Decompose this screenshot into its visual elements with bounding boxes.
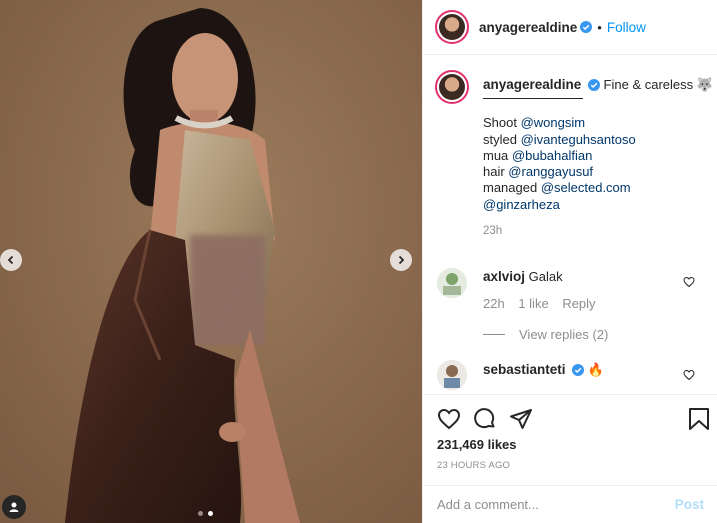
chevron-left-icon bbox=[7, 255, 14, 265]
caption-body: anyagerealdine Fine & careless 🐺 Shoot @… bbox=[483, 77, 713, 239]
share-icon[interactable] bbox=[509, 407, 533, 431]
post-photo[interactable] bbox=[0, 0, 422, 523]
caption-divider bbox=[483, 98, 583, 100]
reply-button[interactable]: Reply bbox=[562, 296, 595, 311]
mention-link[interactable]: @ivanteguhsantoso bbox=[521, 132, 636, 147]
commenter-avatar[interactable] bbox=[437, 268, 467, 298]
caption-credit: Shoot @wongsim bbox=[483, 115, 586, 131]
carousel-dot-active bbox=[208, 511, 213, 516]
mention-link[interactable]: @bubahalfian bbox=[512, 148, 592, 163]
verified-icon bbox=[572, 364, 585, 376]
mention-link[interactable]: @ranggayusuf bbox=[508, 164, 593, 179]
next-slide-button[interactable] bbox=[390, 249, 412, 271]
mention-link[interactable]: @wongsim bbox=[521, 115, 586, 130]
mention-link[interactable]: @ginzarheza bbox=[483, 197, 560, 212]
avatar-image bbox=[437, 268, 467, 298]
comment-like-count[interactable]: 1 like bbox=[518, 296, 548, 311]
heart-icon[interactable] bbox=[437, 407, 461, 431]
previous-slide-button[interactable] bbox=[0, 249, 22, 271]
view-replies-button[interactable]: View replies (2) bbox=[483, 327, 608, 342]
header-separator: • bbox=[597, 19, 602, 35]
tagged-users-button[interactable] bbox=[2, 495, 26, 519]
like-count[interactable]: 231,469 likes bbox=[437, 437, 517, 452]
author-avatar[interactable] bbox=[435, 10, 469, 44]
comments-list[interactable]: anyagerealdine Fine & careless 🐺 Shoot @… bbox=[423, 56, 717, 394]
user-tag-icon bbox=[9, 502, 19, 512]
heart-icon[interactable] bbox=[683, 276, 695, 288]
caption-credit: mua @bubahalfian bbox=[483, 147, 593, 163]
comment-text: Galak bbox=[528, 269, 563, 284]
follow-button[interactable]: Follow bbox=[607, 20, 646, 35]
chevron-right-icon bbox=[398, 255, 405, 265]
caption-title: Fine & careless 🐺 bbox=[603, 77, 713, 92]
post-timestamp[interactable]: 23 HOURS AGO bbox=[437, 460, 510, 471]
caption-time: 23h bbox=[483, 225, 503, 238]
carousel-dot bbox=[198, 511, 203, 516]
caption-username[interactable]: anyagerealdine bbox=[483, 77, 581, 92]
comment-composer: Post bbox=[423, 485, 717, 523]
comment-text: 🔥 bbox=[587, 362, 604, 377]
caption-credit: managed @selected.com bbox=[483, 180, 631, 196]
carousel-indicator bbox=[198, 511, 213, 516]
heart-icon[interactable] bbox=[683, 369, 695, 381]
comment-username[interactable]: axlvioj bbox=[483, 269, 525, 284]
comment-icon[interactable] bbox=[473, 407, 497, 431]
avatar-image bbox=[437, 360, 467, 390]
view-replies-label: View replies (2) bbox=[519, 327, 609, 342]
caption-credit: hair @ranggayusuf bbox=[483, 164, 594, 180]
photo-image bbox=[0, 0, 422, 523]
author-username[interactable]: anyagerealdine bbox=[479, 20, 577, 35]
caption-avatar[interactable] bbox=[435, 70, 469, 104]
caption-credit: styled @ivanteguhsantoso bbox=[483, 131, 636, 147]
caption-credit: @ginzarheza bbox=[483, 197, 708, 213]
instagram-post-view: anyagerealdine • Follow anyagerealdine F… bbox=[0, 0, 717, 523]
post-actions: 231,469 likes 23 HOURS AGO bbox=[423, 394, 717, 484]
post-comment-button[interactable]: Post bbox=[675, 497, 704, 512]
comment-time: 22h bbox=[483, 296, 505, 311]
post-header: anyagerealdine • Follow bbox=[423, 0, 717, 55]
commenter-avatar[interactable] bbox=[437, 360, 467, 390]
bookmark-icon[interactable] bbox=[688, 407, 710, 431]
comment-item: axlvioj Galak bbox=[483, 269, 563, 284]
verified-icon bbox=[580, 21, 593, 33]
comment-input[interactable] bbox=[437, 497, 675, 512]
comment-item: sebastianteti 🔥 bbox=[483, 362, 604, 378]
mention-link[interactable]: @selected.com bbox=[541, 180, 631, 195]
verified-icon bbox=[587, 79, 600, 91]
comment-meta: 22h 1 like Reply bbox=[483, 296, 596, 311]
post-side-panel: anyagerealdine • Follow anyagerealdine F… bbox=[422, 0, 717, 523]
comment-username[interactable]: sebastianteti bbox=[483, 362, 566, 377]
